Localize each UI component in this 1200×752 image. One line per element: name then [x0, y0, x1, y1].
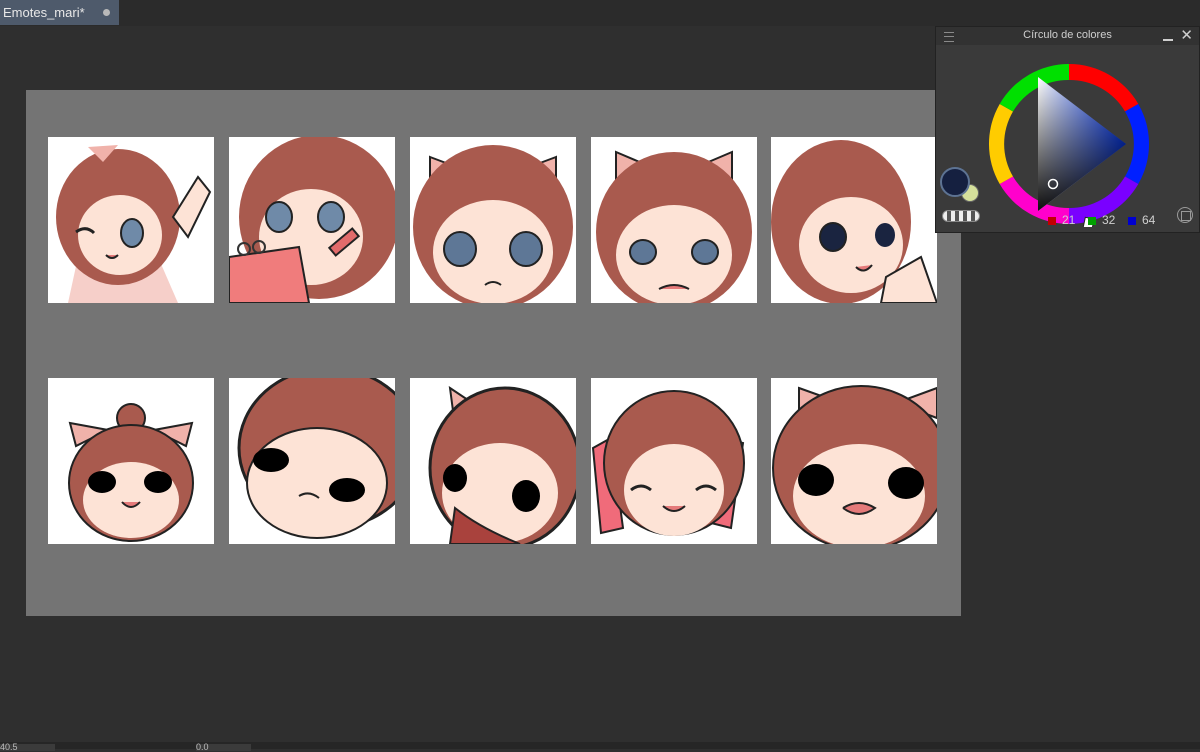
panel-title: Círculo de colores — [1023, 29, 1112, 41]
emote-5[interactable] — [771, 137, 937, 303]
emote-1[interactable] — [48, 137, 214, 303]
emote-10[interactable] — [771, 378, 937, 544]
emote-9[interactable] — [591, 378, 757, 544]
color-mode-button[interactable] — [1177, 207, 1193, 223]
blue-square-icon — [1128, 216, 1136, 225]
emote-8[interactable] — [410, 378, 576, 544]
document-tab-title: Emotes_mari* — [3, 5, 85, 20]
emote-2[interactable] — [229, 137, 395, 303]
blue-value-text: 64 — [1142, 213, 1156, 227]
zoom-field[interactable]: 40.5 — [0, 742, 55, 752]
emote-7[interactable] — [229, 378, 395, 544]
red-value-text: 21 — [1062, 213, 1076, 227]
emote-6[interactable] — [48, 378, 214, 544]
panel-header[interactable]: Círculo de colores ✕ — [936, 27, 1199, 45]
blue-value: 64 — [1128, 213, 1155, 227]
minimize-icon[interactable] — [1163, 39, 1173, 41]
zoom-value: 40.5 — [0, 742, 18, 752]
emote-4[interactable] — [591, 137, 757, 303]
canvas-paper[interactable] — [26, 90, 961, 616]
status-bar: 40.5 0.0 — [0, 742, 1200, 752]
angle-field[interactable]: 0.0 — [196, 742, 251, 752]
green-square-icon — [1088, 216, 1096, 225]
green-value: 32 — [1088, 213, 1115, 227]
close-icon[interactable]: ✕ — [1180, 28, 1193, 43]
color-wheel-panel: Círculo de colores ✕ 21 32 64 — [935, 26, 1200, 233]
red-square-icon — [1048, 216, 1056, 225]
document-tab-bar: Emotes_mari* — [0, 0, 1200, 26]
document-tab[interactable]: Emotes_mari* — [0, 0, 119, 25]
hue-wheel[interactable] — [986, 61, 1152, 227]
emote-3[interactable] — [410, 137, 576, 303]
transparent-color-toggle[interactable] — [942, 210, 980, 222]
angle-value: 0.0 — [196, 742, 209, 752]
tab-close-dot-icon[interactable] — [103, 9, 110, 16]
red-value: 21 — [1048, 213, 1075, 227]
green-value-text: 32 — [1102, 213, 1116, 227]
main-color-swatch[interactable] — [940, 167, 970, 197]
